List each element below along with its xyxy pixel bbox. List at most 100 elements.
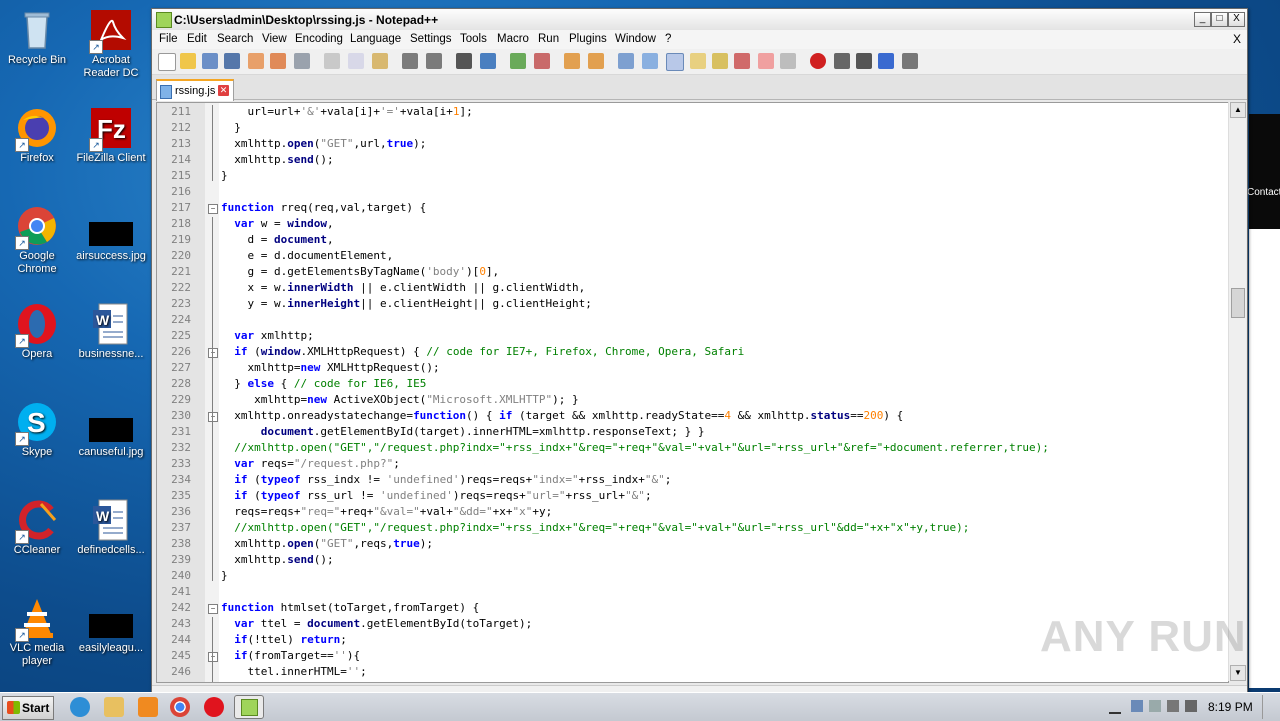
volume-icon[interactable] (1167, 700, 1179, 712)
line-number: 235 (171, 489, 191, 502)
desktop-icon-acrobat[interactable]: ↗ Acrobat Reader DC (74, 8, 148, 80)
user-lang-icon[interactable] (690, 53, 706, 69)
explorer-taskbar-icon[interactable] (104, 697, 124, 717)
tab-rssing-js[interactable]: rssing.js ✕ (156, 79, 234, 101)
desktop-icon-skype[interactable]: S ↗ Skype (0, 400, 74, 459)
menu-help[interactable]: ? (665, 33, 671, 45)
save-macro-icon[interactable] (902, 53, 918, 69)
media-player-taskbar-icon[interactable] (138, 697, 158, 717)
sync-vertical-icon[interactable] (564, 53, 580, 69)
background-window[interactable]: Contact (1247, 114, 1280, 688)
menu-plugins[interactable]: Plugins (569, 33, 607, 45)
fold-toggle-icon[interactable]: − (208, 604, 218, 614)
fold-toggle-icon[interactable]: − (208, 652, 218, 662)
menu-view[interactable]: View (262, 33, 287, 45)
start-button[interactable]: Start (2, 696, 54, 720)
menu-search[interactable]: Search (217, 33, 253, 45)
maximize-button[interactable]: □ (1211, 12, 1228, 27)
clock[interactable]: 8:19 PM (1208, 700, 1253, 714)
close-icon[interactable] (248, 53, 264, 69)
network-icon[interactable] (1131, 700, 1143, 712)
ie-taskbar-icon[interactable] (70, 697, 90, 717)
menu-file[interactable]: File (159, 33, 178, 45)
desktop-icon-chrome[interactable]: ↗ Google Chrome (0, 204, 74, 276)
scroll-down-arrow-icon[interactable]: ▼ (1230, 665, 1246, 681)
desktop-icon-businessne[interactable]: W businessne... (74, 302, 148, 361)
close-document-button[interactable]: X (1233, 32, 1241, 46)
network-alt-icon[interactable] (1149, 700, 1161, 712)
cut-icon[interactable] (324, 53, 340, 69)
desktop-icon-vlc[interactable]: ↗ VLC media player (0, 596, 74, 668)
new-file-icon[interactable] (158, 53, 176, 71)
recycle-bin-icon (15, 8, 59, 52)
desktop-icon-recycle-bin[interactable]: Recycle Bin (0, 8, 74, 67)
notepadpp-taskbar-button[interactable] (234, 695, 264, 719)
redo-icon[interactable] (426, 53, 442, 69)
show-desktop-button[interactable] (1262, 695, 1279, 719)
monitoring-icon[interactable] (780, 53, 796, 69)
save-icon[interactable] (202, 53, 218, 69)
desktop-icon-ccleaner[interactable]: ↗ CCleaner (0, 498, 74, 557)
line-number: 211 (171, 105, 191, 118)
show-hidden-icons-icon[interactable] (1109, 700, 1121, 714)
menu-edit[interactable]: Edit (187, 33, 207, 45)
minimize-button[interactable]: _ (1194, 12, 1211, 27)
desktop-icon-easilyleagu[interactable]: easilyleagu... (74, 596, 148, 655)
chrome-taskbar-icon[interactable] (170, 697, 190, 717)
indent-guide-icon[interactable] (666, 53, 684, 71)
action-center-flag-icon[interactable] (1185, 700, 1197, 712)
scrollbar-thumb[interactable] (1231, 288, 1245, 318)
desktop-icon-label: Recycle Bin (7, 54, 67, 66)
copy-icon[interactable] (348, 53, 364, 69)
title-bar[interactable]: C:\Users\admin\Desktop\rssing.js - Notep… (152, 9, 1247, 31)
menu-window[interactable]: Window (615, 33, 656, 45)
menu-tools[interactable]: Tools (460, 33, 487, 45)
fold-toggle-icon[interactable]: − (208, 204, 218, 214)
menu-run[interactable]: Run (538, 33, 559, 45)
close-button[interactable]: X (1228, 12, 1245, 27)
fold-toggle-icon[interactable]: − (208, 348, 218, 358)
desktop-icon-opera[interactable]: ↗ Opera (0, 302, 74, 361)
close-all-icon[interactable] (270, 53, 286, 69)
undo-icon[interactable] (402, 53, 418, 69)
sync-horizontal-icon[interactable] (588, 53, 604, 69)
zoom-out-icon[interactable] (534, 53, 550, 69)
save-all-icon[interactable] (224, 53, 240, 69)
menu-encoding[interactable]: Encoding (295, 33, 343, 45)
code-editor[interactable]: 211 url=url+'&'+vala[i]+'='+vala[i+1]; 21… (156, 102, 1229, 683)
replace-icon[interactable] (480, 53, 496, 69)
code-line: url=url+'&'+vala[i]+'='+vala[i+1]; (221, 105, 473, 118)
record-macro-icon[interactable] (810, 53, 826, 69)
open-file-icon[interactable] (180, 53, 196, 69)
menu-settings[interactable]: Settings (410, 33, 452, 45)
desktop-icon-filezilla[interactable]: Fz ↗ FileZilla Client (74, 106, 148, 165)
fold-toggle-icon[interactable]: − (208, 412, 218, 422)
print-icon[interactable] (294, 53, 310, 69)
show-all-chars-icon[interactable] (642, 53, 658, 69)
tab-close-icon[interactable]: ✕ (218, 85, 229, 96)
opera-taskbar-icon[interactable] (204, 697, 224, 717)
function-list-icon[interactable] (734, 53, 750, 69)
desktop-icon-airsuccess[interactable]: airsuccess.jpg (74, 204, 148, 263)
desktop-icon-label: Google Chrome (17, 250, 57, 275)
code-line: xmlhttp.onreadystatechange=function() { … (221, 409, 904, 422)
menu-language[interactable]: Language (350, 33, 401, 45)
desktop-icon-definedcells[interactable]: W definedcells... (74, 498, 148, 557)
vertical-scrollbar[interactable]: ▲ ▼ (1228, 102, 1246, 681)
word-wrap-icon[interactable] (618, 53, 634, 69)
paste-icon[interactable] (372, 53, 388, 69)
find-icon[interactable] (456, 53, 472, 69)
stop-macro-icon[interactable] (834, 53, 850, 69)
svg-text:S: S (27, 407, 46, 438)
notepadpp-window[interactable]: C:\Users\admin\Desktop\rssing.js - Notep… (151, 8, 1248, 694)
folder-workspace-icon[interactable] (758, 53, 774, 69)
play-macro-icon[interactable] (856, 53, 872, 69)
desktop-icon-firefox[interactable]: ↗ Firefox (0, 106, 74, 165)
zoom-in-icon[interactable] (510, 53, 526, 69)
desktop-icon-canuseful[interactable]: canuseful.jpg (74, 400, 148, 459)
run-macro-multiple-icon[interactable] (878, 53, 894, 69)
menu-macro[interactable]: Macro (497, 33, 529, 45)
word-doc-icon: W (89, 498, 133, 542)
doc-map-icon[interactable] (712, 53, 728, 69)
scroll-up-arrow-icon[interactable]: ▲ (1230, 102, 1246, 118)
